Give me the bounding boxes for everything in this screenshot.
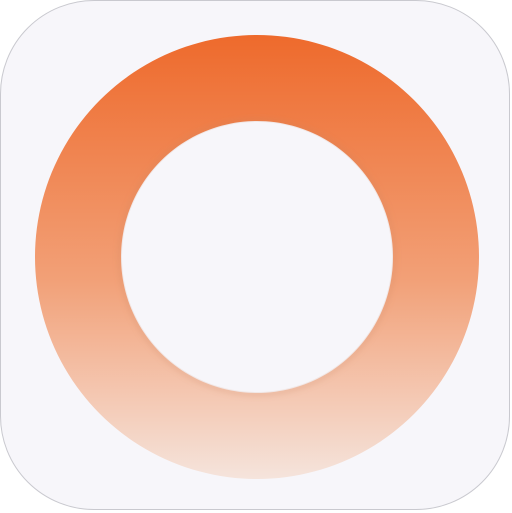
ring-icon xyxy=(34,35,479,480)
app-icon[interactable] xyxy=(0,0,510,510)
ring-center xyxy=(122,122,392,392)
